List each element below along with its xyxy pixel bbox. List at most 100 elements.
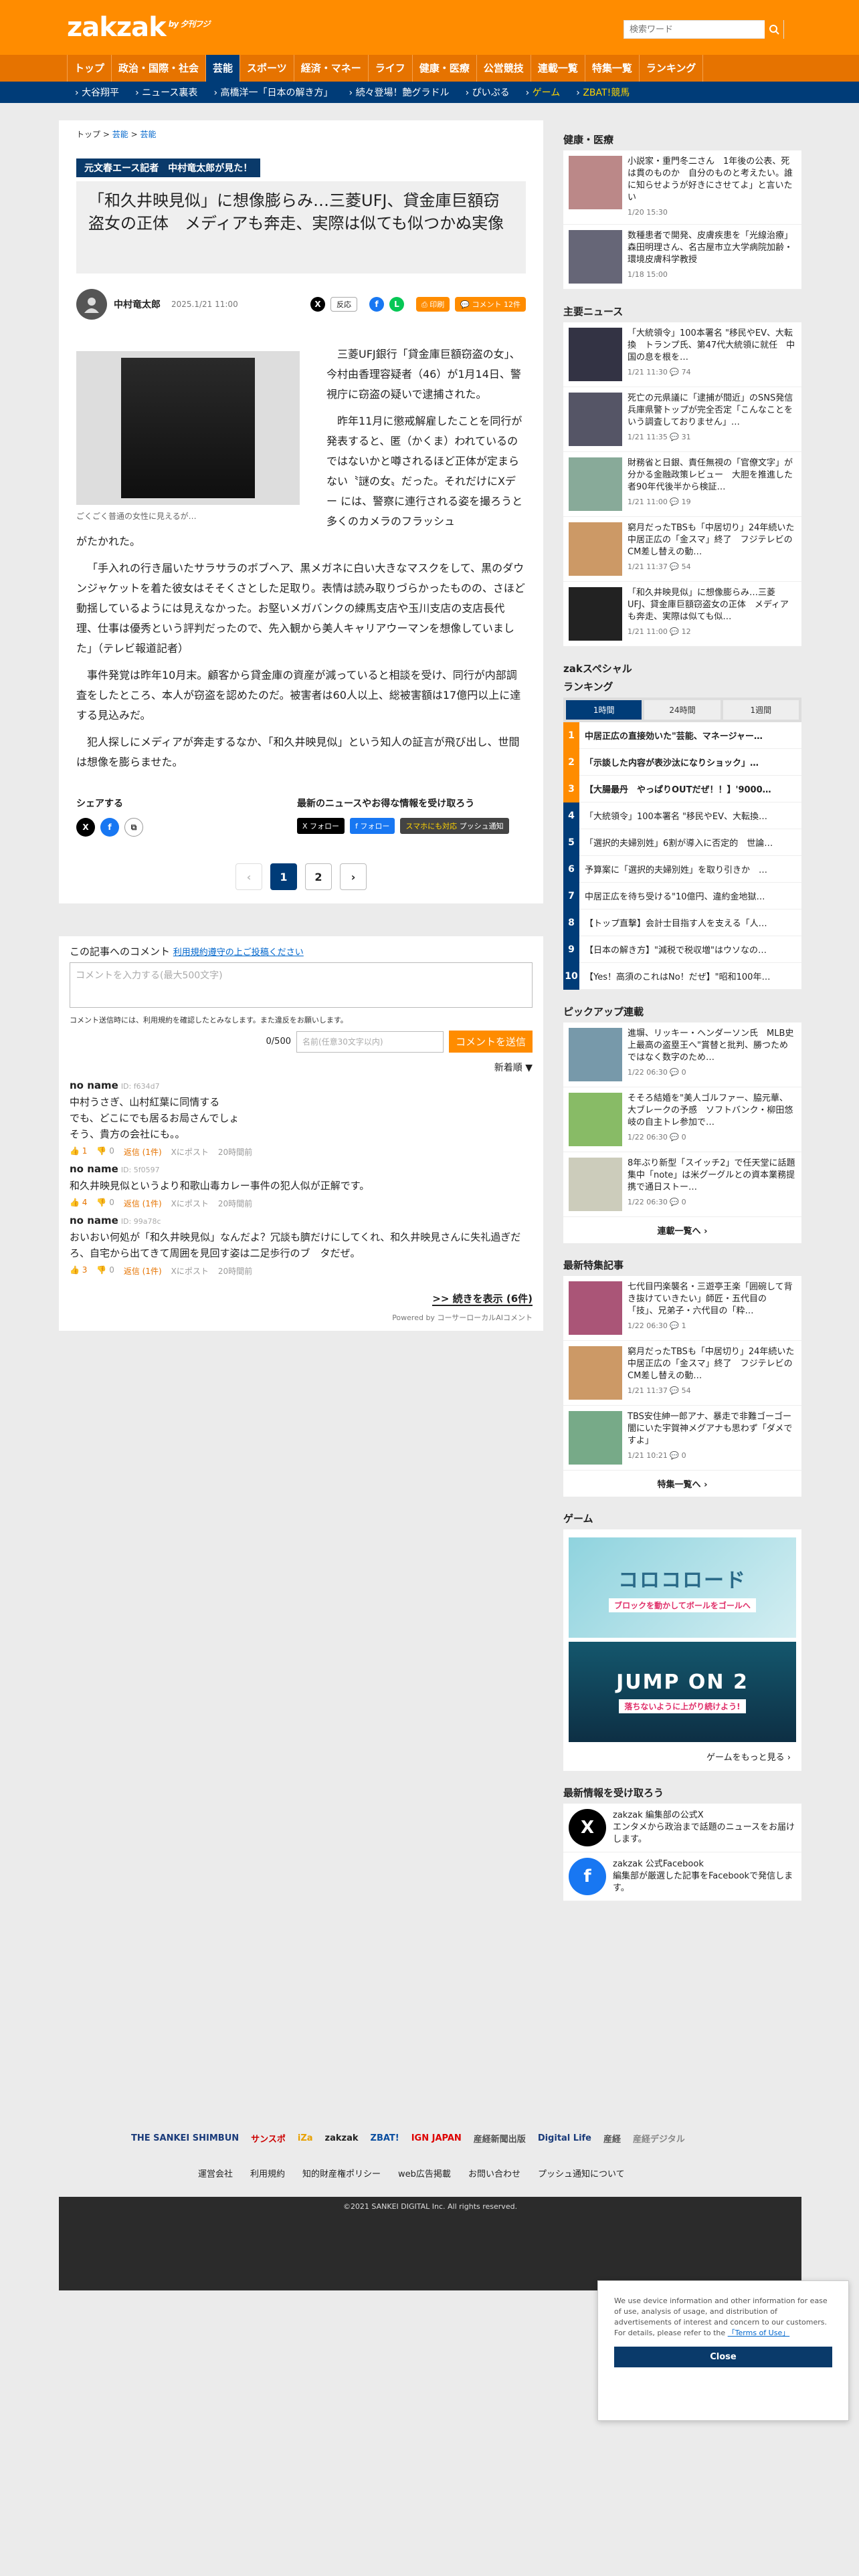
ranking-item[interactable]: 2 「示談した内容が表沙汰になりショック」…: [563, 748, 801, 776]
footer-link[interactable]: web広告掲載: [398, 2167, 451, 2179]
subnav-item[interactable]: ぴいぷる: [458, 86, 518, 99]
site-logo[interactable]: zakzak by 夕刊フジ: [67, 12, 210, 43]
nav-racing[interactable]: 公営競技: [477, 55, 531, 82]
breadcrumb-section[interactable]: 芸能: [112, 130, 128, 139]
like-button[interactable]: 👍 4: [70, 1198, 87, 1209]
facebook-share-icon[interactable]: f: [369, 297, 384, 312]
brand-logo[interactable]: 産経新聞出版: [474, 2132, 526, 2145]
game-banner-2[interactable]: JUMP ON 2 落ちないように上がり続けよう!: [569, 1642, 796, 1742]
cookie-close-button[interactable]: Close: [614, 2347, 832, 2367]
news-item[interactable]: 死亡の元県議に「逮捕が間近」のSNS発信 兵庫県警トップが完全否定「こんなことを…: [563, 387, 801, 452]
ranking-item[interactable]: 8 【トップ直撃】会計士目指す人を支える「人…: [563, 909, 801, 936]
brand-logo[interactable]: IGN JAPAN: [411, 2133, 462, 2143]
news-item[interactable]: 窮月だったTBSも「中居切り」24年続いた中居正広の「金スマ」終了 フジテレビの…: [563, 1341, 801, 1406]
search-button[interactable]: [765, 20, 783, 39]
news-item[interactable]: 窮月だったTBSも「中居切り」24年続いた中居正広の「金スマ」終了 フジテレビの…: [563, 517, 801, 582]
page-2-button[interactable]: 2: [305, 863, 332, 890]
footer-link[interactable]: 知的財産権ポリシー: [302, 2167, 381, 2179]
like-button[interactable]: 👍 1: [70, 1146, 87, 1158]
more-games-link[interactable]: ゲームをもっと見る ›: [569, 1746, 796, 1767]
reply-button[interactable]: 返信 (1件): [124, 1265, 162, 1277]
nav-life[interactable]: ライフ: [369, 55, 413, 82]
x-share-icon[interactable]: X: [310, 297, 325, 312]
brand-logo[interactable]: Digital Life: [538, 2133, 591, 2143]
subnav-item[interactable]: ゲーム: [518, 86, 569, 99]
reply-button[interactable]: 返信 (1件): [124, 1146, 162, 1158]
ranking-item[interactable]: 6 予算案に「選択的夫婦別姓」を取り引きか …: [563, 855, 801, 883]
subnav-item[interactable]: ZBAT!競馬: [568, 86, 638, 99]
subnav-item[interactable]: 大谷翔平: [67, 86, 127, 99]
footer-link[interactable]: プッシュ通知について: [538, 2167, 625, 2179]
tab-24hours[interactable]: 24時間: [644, 700, 721, 720]
series-kicker[interactable]: 元文春エース記者 中村竜太郎が見た！: [76, 158, 261, 177]
news-item[interactable]: 8年ぶり新型「スイッチ2」で任天堂に話題集中「note」は米グーグルとの資本業務…: [563, 1152, 801, 1217]
x-share-icon[interactable]: X: [76, 818, 95, 837]
nav-politics[interactable]: 政治・国際・社会: [112, 55, 207, 82]
breadcrumb-current[interactable]: 芸能: [140, 130, 156, 139]
series-list-link[interactable]: 連載一覧へ ›: [563, 1217, 801, 1243]
push-notify-button[interactable]: スマホにも対応 プッシュ通知: [400, 818, 509, 834]
name-input[interactable]: 名前(任意30文字以内): [296, 1031, 444, 1053]
terms-link[interactable]: 利用規約遵守の上ご投稿ください: [173, 948, 304, 958]
ranking-item[interactable]: 10 【Yes！高須のこれはNo！だぜ】"昭和100年…: [563, 962, 801, 990]
brand-logo[interactable]: zakzak: [325, 2133, 359, 2143]
reaction-button[interactable]: 反応: [330, 297, 357, 312]
sort-select[interactable]: 新着順 ▼: [70, 1061, 533, 1074]
footer-link[interactable]: 運営会社: [198, 2167, 233, 2179]
brand-logo[interactable]: THE SANKEI SHIMBUN: [131, 2133, 239, 2143]
brand-logo[interactable]: 産経: [603, 2132, 621, 2145]
tab-1hour[interactable]: 1時間: [566, 700, 642, 720]
xpost-button[interactable]: Xにポスト: [171, 1265, 209, 1277]
tab-1week[interactable]: 1週間: [723, 700, 799, 720]
subnav-item[interactable]: ニュース裏表: [127, 86, 205, 99]
feature-list-link[interactable]: 特集一覧へ ›: [563, 1471, 801, 1497]
news-item[interactable]: 進塀、リッキー・ヘンダーソン氏 MLB史上最高の盗塁王へ"賞替と批判、勝つためで…: [563, 1023, 801, 1087]
next-page-button[interactable]: ›: [340, 863, 367, 890]
comment-textarea[interactable]: コメントを入力する(最大500文字): [70, 962, 533, 1008]
brand-logo[interactable]: 産経デジタル: [633, 2132, 685, 2145]
subnav-item[interactable]: 続々登場！艶グラドル: [341, 86, 458, 99]
news-item[interactable]: 「大統領令」100本署名 "移民やEV、大転換 トランプ氏、第47代大統領に就任…: [563, 322, 801, 387]
brand-logo[interactable]: ZBAT!: [371, 2133, 399, 2143]
news-item[interactable]: 小説家・重門冬二さん 1年後の公表、死は貫のものか 自分のものと考えたい。誰に知…: [563, 150, 801, 225]
reply-button[interactable]: 返信 (1件): [124, 1198, 162, 1209]
facebook-follow-button[interactable]: f フォロー: [350, 818, 395, 834]
article-photo[interactable]: [76, 351, 300, 505]
news-item[interactable]: 財務省と日銀、責任無視の「官僚文字」が分かる金融政策レビュー 大胆を推進した者9…: [563, 452, 801, 517]
ranking-item[interactable]: 5 「選択的夫婦別姓」6割が導入に否定的 世論…: [563, 829, 801, 856]
comment-count-button[interactable]: 💬 コメント 12件: [455, 297, 526, 312]
news-item[interactable]: 「和久井映見似」に想像膨らみ…三菱UFJ、貸金庫巨額窃盗女の正体 メディアも奔走…: [563, 582, 801, 647]
nav-health[interactable]: 健康・医療: [413, 55, 477, 82]
news-item[interactable]: TBS安住紳一郎アナ、暴走で非難ゴーゴー 闇にいた宇賀神メグアナも思わず「ダメで…: [563, 1406, 801, 1471]
breadcrumb-home[interactable]: トップ: [76, 130, 100, 139]
game-banner-1[interactable]: コロコロード ブロックを動かしてボールをゴールへ: [569, 1537, 796, 1638]
ranking-item[interactable]: 4 「大統領令」100本署名 "移民やEV、大転換…: [563, 802, 801, 829]
page-1-button[interactable]: 1: [270, 863, 297, 890]
print-button[interactable]: ⎙ 印刷: [416, 297, 450, 312]
facebook-account-item[interactable]: f zakzak 公式Facebook 編集部が厳選した記事をFacebookで発信…: [563, 1852, 801, 1901]
news-item[interactable]: そそろ結婚を"美人ゴルファー、脇元華、大ブレークの予感 ソフトバンク・柳田悠岐の…: [563, 1087, 801, 1152]
send-comment-button[interactable]: コメントを送信: [448, 1031, 533, 1053]
like-button[interactable]: 👍 3: [70, 1265, 87, 1277]
footer-link[interactable]: 利用規約: [250, 2167, 285, 2179]
footer-link[interactable]: お問い合わせ: [468, 2167, 520, 2179]
link-copy-icon[interactable]: ⧉: [124, 818, 143, 837]
dislike-button[interactable]: 👎 0: [96, 1198, 114, 1209]
nav-series[interactable]: 連載一覧: [531, 55, 585, 82]
subnav-item[interactable]: 高橋洋一「日本の解き方」: [205, 86, 341, 99]
ranking-item[interactable]: 1 中居正広の直接効いた"芸能、マネージャー…: [563, 722, 801, 749]
author-avatar[interactable]: [76, 289, 107, 320]
search-input[interactable]: [624, 21, 765, 38]
news-item[interactable]: 数種患者で開発、皮膚疾患を「光線治療」森田明理さん、名古屋市立大学病院加齢・環境…: [563, 225, 801, 290]
line-share-icon[interactable]: L: [389, 297, 404, 312]
terms-of-use-link[interactable]: 「Terms of Use」: [728, 2329, 790, 2337]
xpost-button[interactable]: Xにポスト: [171, 1146, 209, 1158]
xpost-button[interactable]: Xにポスト: [171, 1198, 209, 1209]
x-follow-button[interactable]: X フォロー: [297, 818, 345, 834]
nav-ranking[interactable]: ランキング: [640, 55, 704, 82]
brand-logo[interactable]: iZa: [298, 2133, 313, 2143]
dislike-button[interactable]: 👎 0: [96, 1146, 114, 1158]
ranking-item[interactable]: 7 中居正広を待ち受ける"10億円、違約金地獄…: [563, 882, 801, 909]
dislike-button[interactable]: 👎 0: [96, 1265, 114, 1277]
nav-features[interactable]: 特集一覧: [585, 55, 640, 82]
